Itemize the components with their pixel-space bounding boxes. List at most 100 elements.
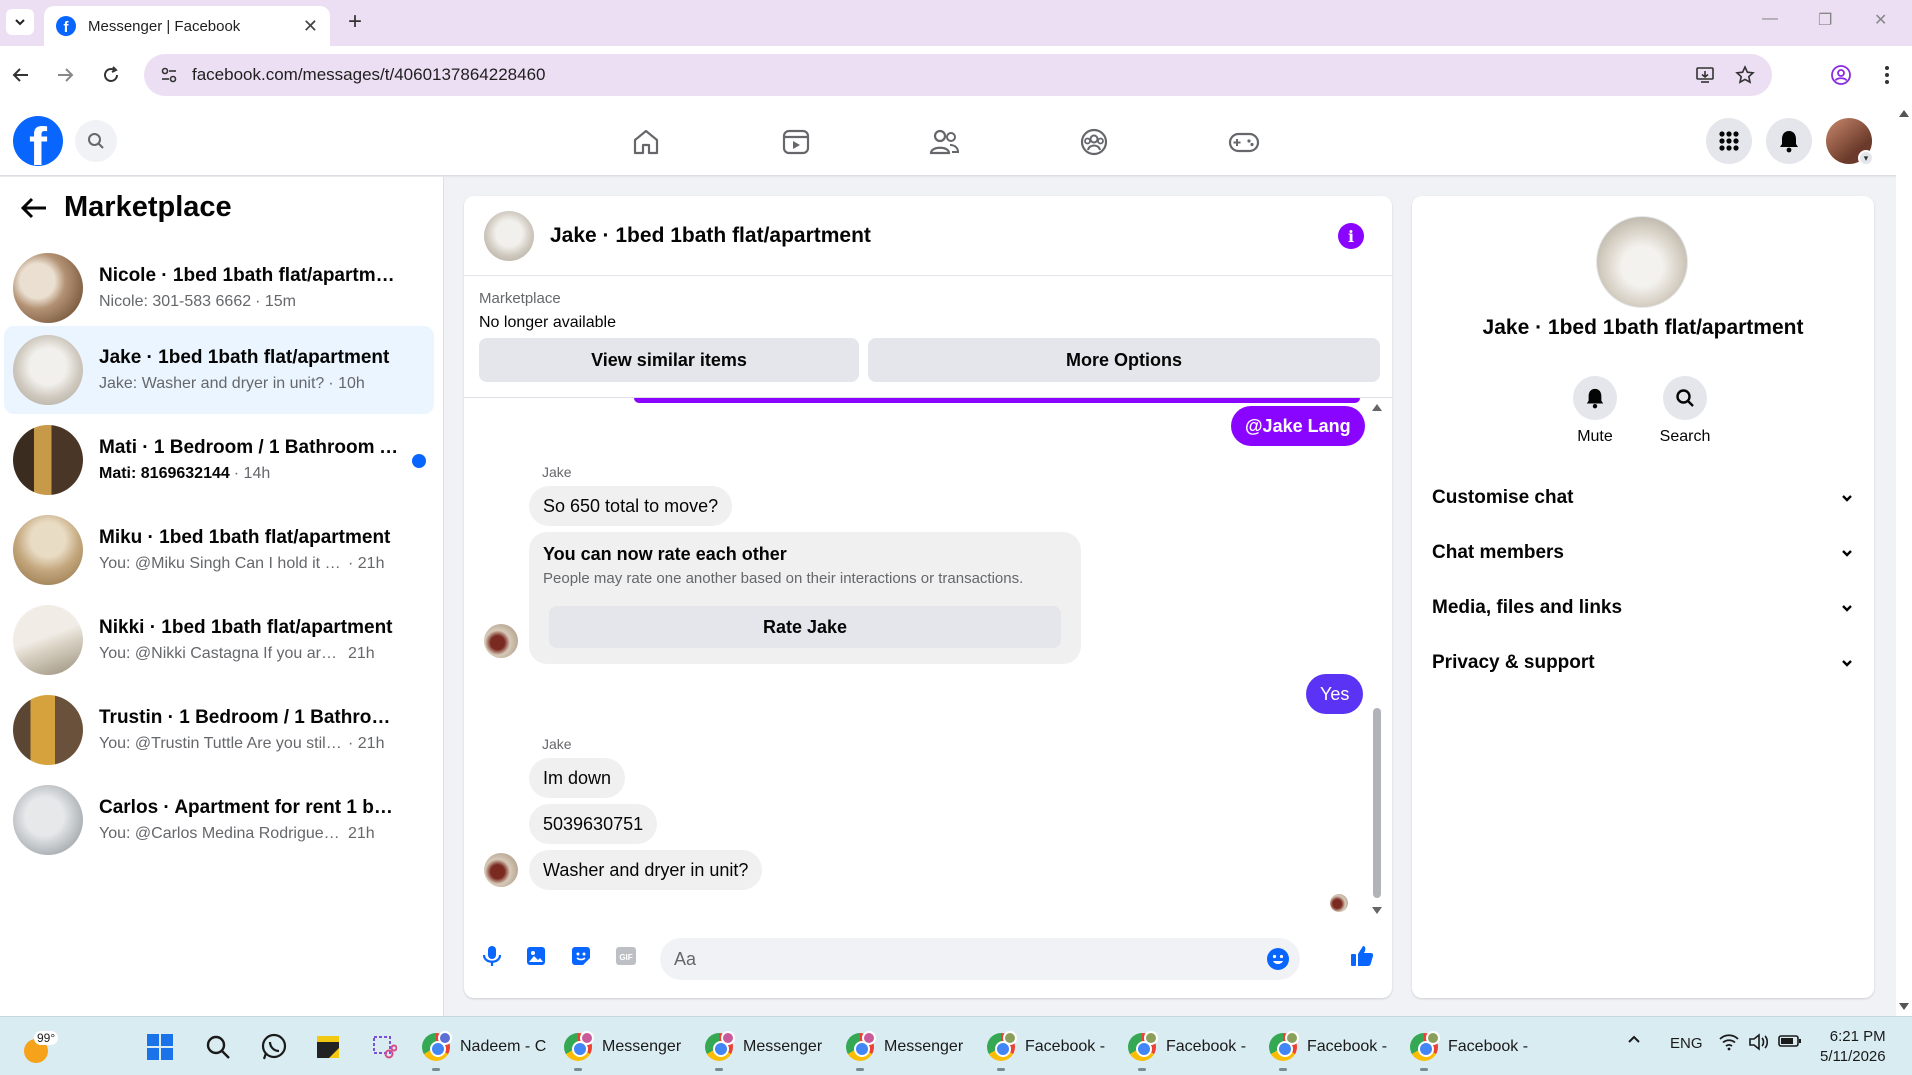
taskbar-app-label: Messenger [743,1038,823,1055]
nav-home[interactable] [626,122,666,162]
mute-action[interactable]: Mute [1555,376,1635,446]
browser-tab-active[interactable]: f Messenger | Facebook ✕ [44,6,330,46]
sender-avatar[interactable] [484,624,518,658]
system-clock[interactable]: 6:21 PM 5/11/2026 [1820,1027,1886,1067]
grid-menu-icon [1719,131,1739,151]
window-close-icon[interactable]: ✕ [1874,10,1887,30]
tab-close-icon[interactable]: ✕ [303,16,318,37]
taskbar-search-button[interactable] [202,1031,234,1063]
input-language[interactable]: ENG [1670,1035,1703,1052]
incoming-message[interactable]: 5039630751 [529,804,658,844]
mute-button[interactable] [1573,376,1617,420]
account-avatar[interactable]: ▾ [1826,118,1874,166]
tab-search-button[interactable] [6,9,34,35]
outgoing-message-mention[interactable]: @Jake Lang [1231,406,1365,446]
conversation-preview: Nicole: 301-583 6662 [99,293,252,310]
restore-icon[interactable]: ❐ [1818,10,1832,30]
more-options-button[interactable]: More Options [868,338,1380,382]
menu-button[interactable] [1706,118,1752,164]
back-button[interactable] [8,62,34,88]
chat-scrollbar[interactable] [1370,398,1384,918]
gif-button[interactable]: GIF [610,940,642,972]
section-media-files-links[interactable]: Media, files and links [1432,586,1854,630]
wifi-icon [1719,1034,1739,1051]
scroll-up-icon[interactable] [1899,110,1909,117]
incoming-message[interactable]: Im down [529,758,626,798]
section-customise-chat[interactable]: Customise chat [1432,476,1854,520]
notifications-button[interactable] [1766,118,1812,164]
message-input[interactable]: Aa [660,938,1300,980]
voice-clip-button[interactable] [476,940,508,972]
taskbar-app-chrome[interactable]: Messenger [705,1027,823,1071]
taskbar-app-chrome[interactable]: Messenger [564,1027,682,1071]
whatsapp-app[interactable] [258,1031,290,1063]
like-button[interactable] [1346,940,1378,972]
section-privacy-support[interactable]: Privacy & support [1432,641,1854,685]
section-chat-members[interactable]: Chat members [1432,531,1854,575]
browser-menu-icon[interactable] [1874,62,1900,88]
profile-icon[interactable] [1828,62,1854,88]
taskbar-app-chrome[interactable]: Nadeem - C [422,1027,546,1071]
chat-title[interactable]: Jake · 1bed 1bath flat/apartment [550,224,871,248]
conversation-item-nikki[interactable]: Nikki · 1bed 1bath flat/apartment You: @… [4,596,434,684]
volume-control[interactable] [1748,1033,1770,1051]
taskbar-app-chrome[interactable]: Facebook - [987,1027,1105,1071]
incoming-message[interactable]: So 650 total to move? [529,486,733,526]
sticky-notes-app[interactable] [312,1031,344,1063]
url-text[interactable]: facebook.com/messages/t/4060137864228460 [192,65,1692,85]
emoji-icon[interactable] [1266,947,1290,971]
nav-groups[interactable] [1074,122,1114,162]
scroll-down-icon[interactable] [1899,1003,1909,1010]
sender-avatar[interactable] [484,853,518,887]
conversation-item-trustin[interactable]: Trustin · 1 Bedroom / 1 Bathroom ... You… [4,686,434,774]
minimize-icon[interactable]: — [1762,10,1778,28]
conversation-avatar[interactable] [1596,216,1688,308]
conversation-item-mati[interactable]: Mati · 1 Bedroom / 1 Bathroom A... Mati:… [4,416,434,504]
search-action[interactable]: Search [1645,376,1725,446]
taskbar-app-chrome[interactable]: Facebook - [1269,1027,1387,1071]
conversation-item-nicole[interactable]: Nicole · 1bed 1bath flat/apartment Nicol… [4,244,434,332]
view-similar-items-button[interactable]: View similar items [479,338,859,382]
snipping-tool-app[interactable] [368,1031,400,1063]
facebook-search-button[interactable] [75,120,117,162]
taskbar-app-chrome[interactable]: Messenger [846,1027,963,1071]
page-scrollbar[interactable] [1896,104,1912,1016]
taskbar-app-chrome[interactable]: Facebook - [1128,1027,1246,1071]
forward-button[interactable] [52,62,78,88]
search-in-conversation-button[interactable] [1663,376,1707,420]
incoming-message[interactable]: Washer and dryer in unit? [529,850,763,890]
network-status[interactable] [1718,1033,1740,1051]
attach-image-button[interactable] [520,940,552,972]
facebook-logo-icon[interactable]: f [13,116,63,166]
nav-watch[interactable] [776,122,816,162]
scroll-up-icon[interactable] [1372,404,1382,411]
nav-gaming[interactable] [1224,122,1264,162]
rate-jake-button[interactable]: Rate Jake [549,606,1061,648]
start-button[interactable] [144,1031,176,1063]
bookmark-star-icon[interactable] [1732,62,1758,88]
address-bar[interactable]: facebook.com/messages/t/4060137864228460 [144,54,1772,96]
chat-avatar[interactable] [484,210,534,261]
info-icon[interactable]: i [1338,223,1364,249]
nav-friends[interactable] [924,122,964,162]
new-tab-button[interactable]: + [348,8,362,36]
chevron-down-icon [15,19,25,26]
reload-button[interactable] [98,62,124,88]
battery-status[interactable] [1778,1033,1802,1049]
scroll-down-icon[interactable] [1372,907,1382,914]
scrollbar-thumb[interactable] [1373,708,1381,898]
conversation-name: Carlos · Apartment for rent 1 beds ... [99,797,399,818]
taskbar-app-label: Messenger [602,1038,682,1055]
weather-widget[interactable]: 99° [20,1031,59,1063]
conversation-item-jake[interactable]: Jake · 1bed 1bath flat/apartment Jake: W… [4,326,434,414]
taskbar-app-chrome[interactable]: Facebook - [1410,1027,1528,1071]
back-button[interactable] [18,192,50,224]
install-app-icon[interactable] [1692,62,1718,88]
show-hidden-icons-button[interactable] [1626,1031,1642,1047]
conversation-item-miku[interactable]: Miku · 1bed 1bath flat/apartment You: @M… [4,506,434,594]
conversation-item-carlos[interactable]: Carlos · Apartment for rent 1 beds ... Y… [4,776,434,864]
outgoing-message[interactable]: Yes [1306,674,1364,714]
sticker-button[interactable] [565,940,597,972]
search-label: Search [1659,428,1711,445]
site-info-icon[interactable] [158,64,180,86]
